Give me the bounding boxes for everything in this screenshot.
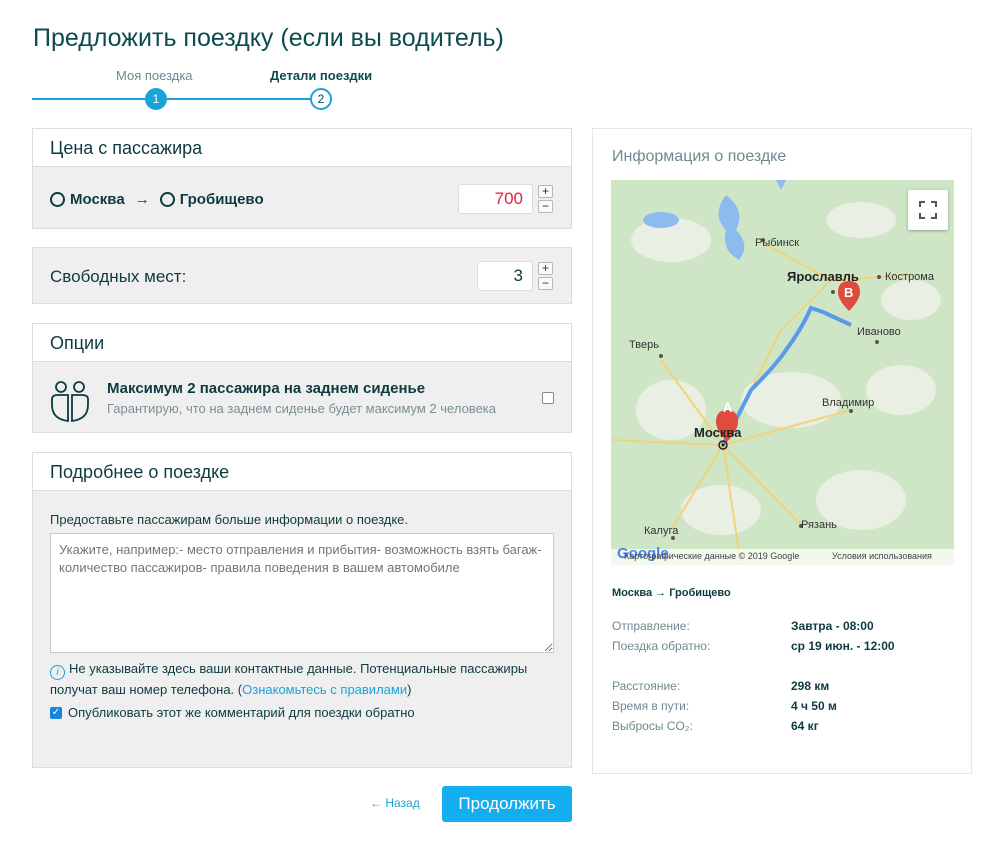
- map-footer: Google Картографические данные © 2019 Go…: [611, 545, 954, 565]
- price-decrease-button[interactable]: −: [538, 200, 553, 213]
- map-marker-a[interactable]: A: [723, 400, 732, 415]
- seats-label: Свободных мест:: [50, 267, 187, 286]
- price-panel-header: Цена с пассажира: [33, 129, 571, 167]
- map-marker-b[interactable]: B: [844, 285, 853, 300]
- departure-value: Завтра - 08:00: [791, 619, 874, 633]
- back-link[interactable]: ← Назад: [370, 796, 420, 810]
- map-copyright: Картографические данные © 2019 Google: [624, 551, 800, 561]
- map-label-kostroma: Кострома: [885, 271, 934, 283]
- departure-label: Отправление:: [612, 619, 690, 633]
- details-panel: Подробнее о поездке Предоставьте пассажи…: [32, 452, 572, 768]
- origin-circle-icon: [50, 192, 65, 207]
- duration-label: Время в пути:: [612, 699, 690, 713]
- publish-return-row: ✓ Опубликовать этот же комментарий для п…: [50, 705, 415, 720]
- origin-city: Москва: [70, 191, 125, 208]
- trip-info-card: Информация о поездке Рыбинск Ярославль К…: [592, 128, 972, 774]
- destination-city: Гробищево: [179, 191, 264, 208]
- seats-panel: Свободных мест: 3 + −: [32, 247, 572, 304]
- map-label-ryazan: Рязань: [801, 519, 837, 531]
- details-hint: Предоставьте пассажирам больше информаци…: [50, 512, 409, 527]
- step-dot-2: 2: [310, 88, 332, 110]
- trip-route: Москва → Гробищево: [612, 587, 731, 599]
- trip-info-title: Информация о поездке: [612, 148, 787, 165]
- contact-warning: i Не указывайте здесь ваши контактные дан…: [50, 659, 560, 700]
- destination-circle-icon: [159, 192, 175, 207]
- duration-value: 4 ч 50 м: [791, 699, 837, 713]
- arrow-right-icon: →: [134, 191, 150, 208]
- page-title: Предложить поездку (если вы водитель): [33, 24, 504, 52]
- rules-link[interactable]: Ознакомьтесь с правилами: [242, 682, 407, 697]
- seats-input[interactable]: 3: [477, 261, 533, 291]
- step-label-my-trip[interactable]: Моя поездка: [116, 68, 193, 83]
- stepper: Моя поездка Детали поездки 1 2: [32, 64, 372, 114]
- fullscreen-icon: [919, 201, 937, 219]
- distance-value: 298 км: [791, 679, 830, 693]
- price-increase-button[interactable]: +: [538, 185, 553, 198]
- route-row: Москва → Гробищево: [50, 191, 264, 208]
- map-label-vladimir: Владимир: [822, 397, 875, 409]
- step-label-trip-details: Детали поездки: [270, 68, 373, 83]
- seats-increase-button[interactable]: +: [538, 262, 553, 275]
- step-dot-1[interactable]: 1: [145, 88, 167, 110]
- price-panel: Цена с пассажира Москва → Гробищево 700 …: [32, 128, 572, 229]
- stepper-line: [32, 98, 312, 100]
- contact-warning-end: ): [407, 682, 412, 697]
- options-panel-header: Опции: [33, 324, 571, 362]
- option-subtitle: Гарантирую, что на заднем сиденье будет …: [107, 401, 496, 416]
- price-input[interactable]: 700: [458, 184, 533, 214]
- publish-return-checkbox[interactable]: ✓: [50, 706, 62, 719]
- two-passengers-icon: [51, 381, 89, 423]
- distance-label: Расстояние:: [612, 679, 681, 693]
- details-textarea[interactable]: [50, 533, 554, 653]
- map-label-rybinsk: Рыбинск: [755, 237, 800, 249]
- details-panel-header: Подробнее о поездке: [33, 453, 571, 491]
- map-label-tver: Тверь: [629, 339, 659, 351]
- map-label-moscow: Москва: [694, 425, 742, 440]
- map-terms-link[interactable]: Условия использования: [832, 551, 932, 561]
- continue-button[interactable]: Продолжить: [442, 786, 572, 822]
- map-fullscreen-button[interactable]: [908, 190, 948, 230]
- publish-return-label[interactable]: Опубликовать этот же комментарий для пое…: [68, 705, 415, 720]
- map-label-kaluga: Калуга: [644, 525, 679, 537]
- seats-stepper: + −: [538, 262, 553, 292]
- route-map[interactable]: Рыбинск Ярославль Кострома Иваново Тверь…: [611, 180, 954, 565]
- return-value: ср 19 июн. - 12:00: [791, 639, 895, 653]
- option-title: Максимум 2 пассажира на заднем сиденье: [107, 380, 426, 397]
- return-label: Поездка обратно:: [612, 639, 711, 653]
- price-stepper: + −: [538, 185, 553, 215]
- seats-decrease-button[interactable]: −: [538, 277, 553, 290]
- co2-label: Выбросы CO₂:: [612, 719, 693, 733]
- options-panel: Опции Максимум 2 пассажира на заднем сид…: [32, 323, 572, 433]
- info-icon: i: [50, 665, 65, 680]
- map-label-ivanovo: Иваново: [857, 326, 901, 338]
- option-checkbox[interactable]: [542, 392, 554, 404]
- map-label-yaroslavl: Ярославль: [787, 269, 859, 284]
- co2-value: 64 кг: [791, 719, 819, 733]
